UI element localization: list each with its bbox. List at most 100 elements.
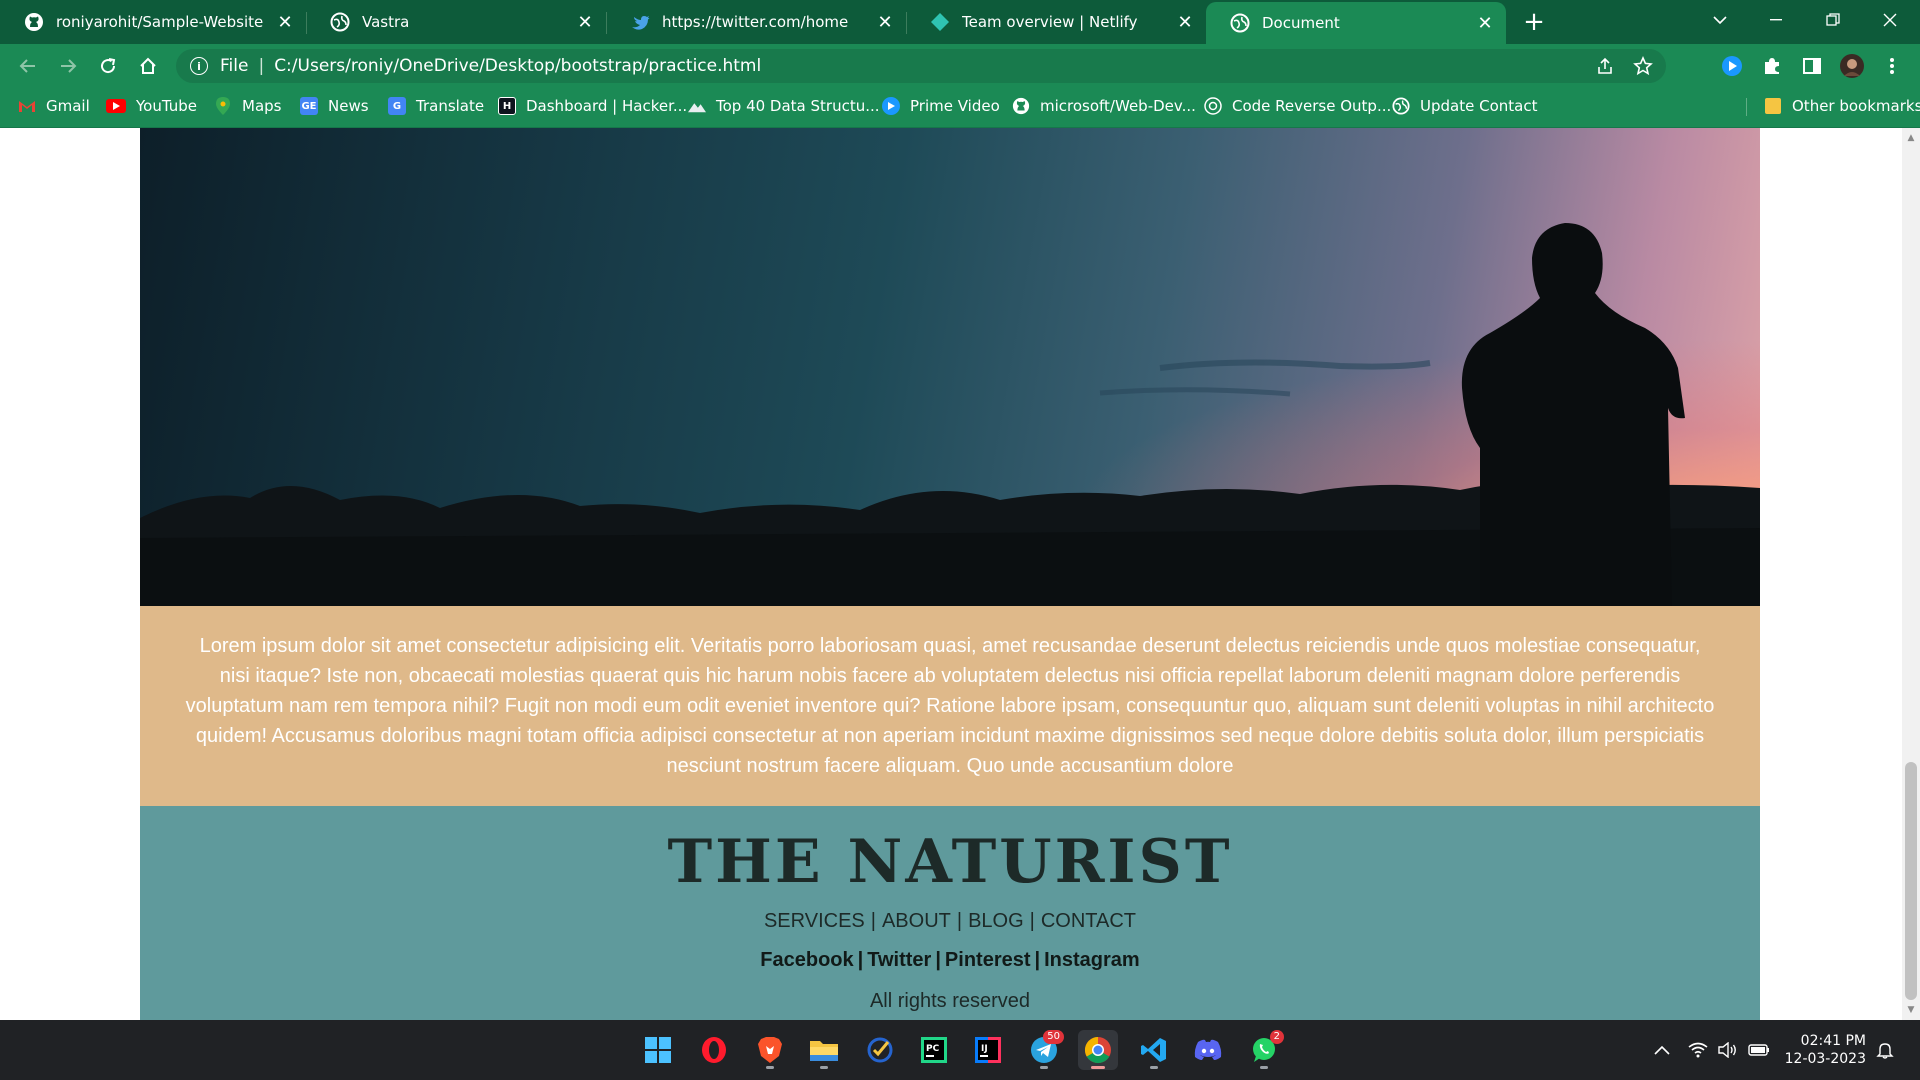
todo-icon[interactable]	[860, 1030, 900, 1070]
tab-netlify[interactable]: Team overview | Netlify ✕	[906, 0, 1206, 44]
footer-link-contact[interactable]: CONTACT	[1041, 910, 1136, 932]
pycharm-icon[interactable]: PC	[914, 1030, 954, 1070]
close-icon	[1883, 13, 1897, 27]
close-icon[interactable]: ✕	[272, 9, 298, 35]
scrollbar-thumb[interactable]	[1905, 762, 1917, 1000]
bookmark-translate[interactable]: G Translate	[388, 88, 484, 124]
bookmark-news[interactable]: GE News	[300, 88, 369, 124]
profile-avatar[interactable]	[1836, 50, 1868, 82]
bookmark-data-structures[interactable]: Top 40 Data Structu...	[688, 88, 880, 124]
bookmark-label: Gmail	[46, 97, 90, 115]
notification-bell-icon[interactable]	[1876, 1020, 1894, 1080]
wifi-icon[interactable]	[1688, 1020, 1708, 1080]
url-divider: |	[258, 56, 265, 76]
other-bookmarks[interactable]: Other bookmarks	[1764, 88, 1920, 124]
whatsapp-icon[interactable]: 2	[1244, 1030, 1284, 1070]
social-separator: |	[935, 949, 941, 971]
bookmark-prime-video[interactable]: Prime Video	[882, 88, 1000, 124]
bookmark-label: Update Contact	[1420, 97, 1538, 115]
copyright-text: All rights reserved	[869, 990, 1031, 1012]
news-icon: GE	[300, 97, 318, 115]
scroll-up-arrow-icon[interactable]: ▲	[1902, 130, 1920, 146]
intellij-icon[interactable]: IJ	[968, 1030, 1008, 1070]
other-bookmarks-label: Other bookmarks	[1792, 97, 1920, 115]
tab-github[interactable]: roniyarohit/Sample-Website ✕	[0, 0, 306, 44]
close-icon[interactable]: ✕	[1172, 9, 1198, 35]
close-window-button[interactable]	[1862, 0, 1918, 40]
extension-prime-icon[interactable]	[1716, 50, 1748, 82]
home-button[interactable]	[132, 50, 164, 82]
tab-title: Vastra	[362, 13, 410, 31]
footer-link-about[interactable]: ABOUT	[882, 910, 951, 932]
social-link-twitter[interactable]: Twitter	[867, 949, 931, 971]
info-icon[interactable]: i	[190, 57, 208, 75]
minimize-icon	[1770, 19, 1782, 21]
bookmark-hackerrank[interactable]: H Dashboard | Hacker...	[498, 88, 687, 124]
bookmark-code-reverse[interactable]: Code Reverse Outp...	[1204, 88, 1391, 124]
vscode-icon[interactable]	[1134, 1030, 1174, 1070]
footer-link-blog[interactable]: BLOG	[968, 910, 1024, 932]
close-icon[interactable]: ✕	[572, 9, 598, 35]
taskbar-clock[interactable]: 02:41 PM 12-03-2023	[1785, 1032, 1866, 1068]
running-indicator	[1091, 1066, 1105, 1069]
side-panel-icon[interactable]	[1796, 50, 1828, 82]
back-arrow-icon	[19, 59, 35, 73]
globe-icon	[330, 12, 350, 32]
share-icon[interactable]	[1588, 49, 1622, 83]
volume-icon[interactable]	[1718, 1020, 1738, 1080]
tab-search-button[interactable]	[1692, 0, 1748, 40]
bookmark-star-icon[interactable]	[1626, 49, 1660, 83]
silhouette-landscape	[140, 223, 1760, 606]
page-scrollbar[interactable]: ▲ ▼	[1902, 128, 1920, 1020]
url-scheme: File	[220, 56, 249, 76]
restore-button[interactable]	[1805, 0, 1861, 40]
file-explorer-icon[interactable]	[804, 1030, 844, 1070]
tab-title: roniyarohit/Sample-Website	[56, 13, 264, 31]
tab-twitter[interactable]: https://twitter.com/home ✕	[606, 0, 906, 44]
nav-separator: |	[956, 910, 963, 932]
minimize-button[interactable]	[1748, 0, 1804, 40]
page-viewport[interactable]: Lorem ipsum dolor sit amet consectetur a…	[0, 128, 1920, 1020]
url-text[interactable]: C:/Users/roniy/OneDrive/Desktop/bootstra…	[274, 56, 761, 76]
running-indicator	[1150, 1066, 1158, 1069]
running-indicator	[1260, 1066, 1268, 1069]
home-icon	[140, 57, 156, 74]
battery-icon[interactable]	[1748, 1020, 1770, 1080]
bookmark-gmail[interactable]: Gmail	[18, 88, 90, 124]
bookmark-update-contact[interactable]: Update Contact	[1392, 88, 1537, 124]
bookmark-label: News	[328, 97, 369, 115]
discord-icon[interactable]	[1188, 1030, 1228, 1070]
tab-title: Document	[1262, 14, 1340, 32]
twitter-icon	[630, 12, 650, 32]
windows-start-icon[interactable]	[638, 1030, 678, 1070]
brave-icon[interactable]	[750, 1030, 790, 1070]
intro-paragraph-section: Lorem ipsum dolor sit amet consectetur a…	[140, 606, 1760, 806]
chrome-icon[interactable]	[1078, 1030, 1118, 1070]
close-icon[interactable]: ✕	[1472, 10, 1498, 36]
new-tab-button[interactable]: +	[1518, 6, 1550, 38]
tab-document[interactable]: Document ✕	[1206, 2, 1506, 44]
site-footer: THE NATURIST SERVICES | ABOUT | BLOG | CONTACT…	[140, 806, 1760, 1020]
footer-link-services[interactable]: SERVICES	[764, 910, 865, 932]
bookmark-maps[interactable]: Maps	[214, 88, 281, 124]
tab-vastra[interactable]: Vastra ✕	[306, 0, 606, 44]
address-bar[interactable]: i File | C:/Users/roniy/OneDrive/Desktop…	[176, 49, 1666, 83]
extensions-puzzle-icon[interactable]	[1756, 50, 1788, 82]
telegram-icon[interactable]: 50	[1024, 1030, 1064, 1070]
scroll-down-arrow-icon[interactable]: ▼	[1902, 1002, 1920, 1018]
chrome-menu-button[interactable]	[1876, 50, 1908, 82]
prime-video-icon	[882, 97, 900, 115]
show-hidden-icons-button[interactable]	[1654, 1020, 1670, 1080]
social-link-facebook[interactable]: Facebook	[760, 949, 853, 971]
restore-icon	[1826, 13, 1840, 26]
opera-icon[interactable]	[694, 1030, 734, 1070]
back-button[interactable]	[12, 50, 44, 82]
bookmark-youtube[interactable]: YouTube	[106, 88, 197, 124]
reload-button[interactable]	[92, 50, 124, 82]
clock-date: 12-03-2023	[1784, 1051, 1866, 1067]
forward-button[interactable]	[52, 50, 84, 82]
social-link-pinterest[interactable]: Pinterest	[945, 949, 1031, 971]
bookmark-github-webdev[interactable]: microsoft/Web-Dev...	[1012, 88, 1196, 124]
close-icon[interactable]: ✕	[872, 9, 898, 35]
social-link-instagram[interactable]: Instagram	[1044, 949, 1140, 971]
